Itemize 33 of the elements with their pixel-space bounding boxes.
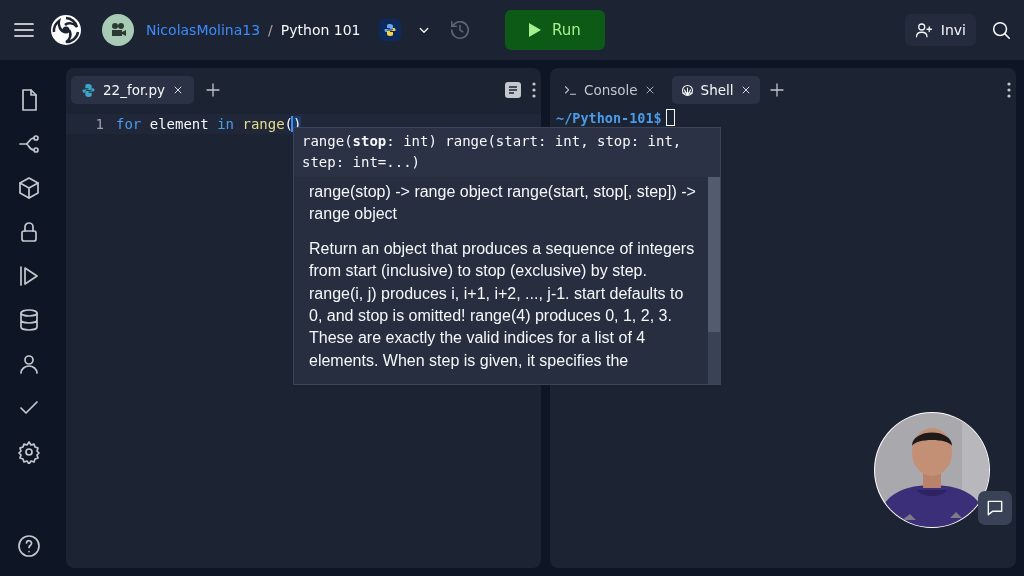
- help-icon[interactable]: [16, 534, 41, 558]
- path-separator: /: [268, 22, 273, 38]
- username-link[interactable]: NicolasMolina13: [146, 22, 261, 38]
- more-icon[interactable]: [1007, 82, 1011, 98]
- add-user-icon: [914, 21, 933, 39]
- shell-icon: [679, 82, 695, 98]
- scrollbar[interactable]: [708, 177, 720, 385]
- run-button[interactable]: Run: [504, 10, 605, 50]
- repl-name[interactable]: Python 101: [280, 22, 361, 38]
- line-number: 1: [94, 116, 105, 132]
- file-tab[interactable]: 22_for.py: [71, 76, 195, 104]
- swirl-logo-icon[interactable]: [50, 14, 82, 46]
- settings-icon[interactable]: [16, 440, 41, 464]
- package-icon[interactable]: [16, 176, 41, 200]
- terminal-cursor: [665, 109, 675, 126]
- git-branch-icon[interactable]: [16, 132, 41, 156]
- play-icon: [528, 22, 543, 38]
- terminal-tab[interactable]: Shell: [671, 76, 760, 104]
- project-avatar[interactable]: [102, 14, 134, 46]
- more-icon[interactable]: [532, 82, 536, 98]
- terminal-tab[interactable]: Console: [555, 76, 664, 104]
- shell-prompt: ~/Python-101$: [556, 109, 662, 126]
- chat-icon: [985, 498, 1005, 518]
- python-file-icon: [81, 82, 96, 98]
- search-icon[interactable]: [990, 19, 1012, 41]
- python-logo-icon[interactable]: [378, 19, 401, 41]
- format-icon[interactable]: [504, 81, 522, 99]
- history-icon[interactable]: [448, 19, 471, 41]
- doc-paragraph: range(stop) -> range object range(start, stop[, step]) -> range object: [309, 182, 697, 225]
- doc-paragraph: Return an object that produces a sequence of integers from start (inclusive) to stop (exclusive) by step. range(i, j) produces i, i+1, i+2, ..., j-1. start defaults to 0, and stop is omitted! range(4) produces 0, 1, 2, 3. These are exactly the valid indices for a list of 4 elements. When step is given, it specifies the: [309, 238, 696, 371]
- chat-button[interactable]: [978, 491, 1012, 525]
- invite-button[interactable]: Invi: [904, 14, 976, 46]
- signature-text: range(stop: int) range(start: int, stop: int, step: int=...): [301, 132, 683, 172]
